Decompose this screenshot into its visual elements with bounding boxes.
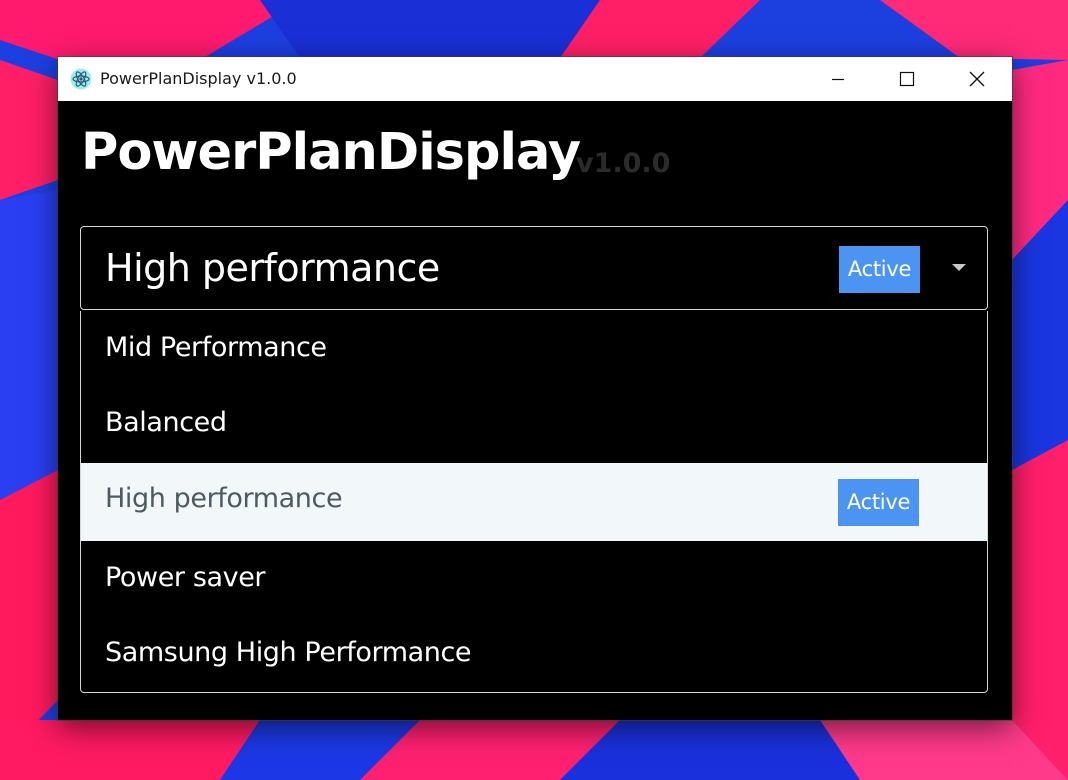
option-label: Mid Performance (105, 332, 327, 363)
window-title: PowerPlanDisplay v1.0.0 (100, 69, 297, 88)
option-high-performance[interactable]: High performance Active (81, 463, 987, 541)
selected-plan-value: High performance (105, 246, 440, 290)
option-label: High performance (105, 483, 343, 514)
option-samsung-high-performance[interactable]: Samsung High Performance (81, 616, 987, 691)
minimize-icon (831, 72, 845, 86)
close-icon (969, 71, 985, 87)
app-version: v1.0.0 (576, 148, 671, 179)
app-window: PowerPlanDisplay v1.0.0 PowerPlanDisplay… (58, 57, 1012, 720)
maximize-icon (899, 71, 915, 87)
electron-atom-icon (70, 68, 92, 90)
app-title: PowerPlanDisplay (81, 123, 581, 182)
option-label: Power saver (105, 562, 266, 593)
option-power-saver[interactable]: Power saver (81, 541, 987, 616)
power-plan-dropdown-menu: Mid Performance Balanced High performanc… (80, 311, 988, 693)
active-badge: Active (838, 479, 919, 526)
option-label: Balanced (105, 407, 227, 438)
maximize-button[interactable] (872, 57, 942, 101)
minimize-button[interactable] (803, 57, 873, 101)
active-badge: Active (839, 246, 920, 293)
power-plan-select[interactable]: High performance Active (80, 226, 988, 310)
close-button[interactable] (942, 57, 1012, 101)
option-label: Samsung High Performance (105, 637, 472, 668)
option-mid-performance[interactable]: Mid Performance (81, 311, 987, 386)
option-balanced[interactable]: Balanced (81, 386, 987, 461)
caret-down-icon[interactable] (952, 264, 966, 271)
title-bar[interactable]: PowerPlanDisplay v1.0.0 (58, 57, 1012, 101)
